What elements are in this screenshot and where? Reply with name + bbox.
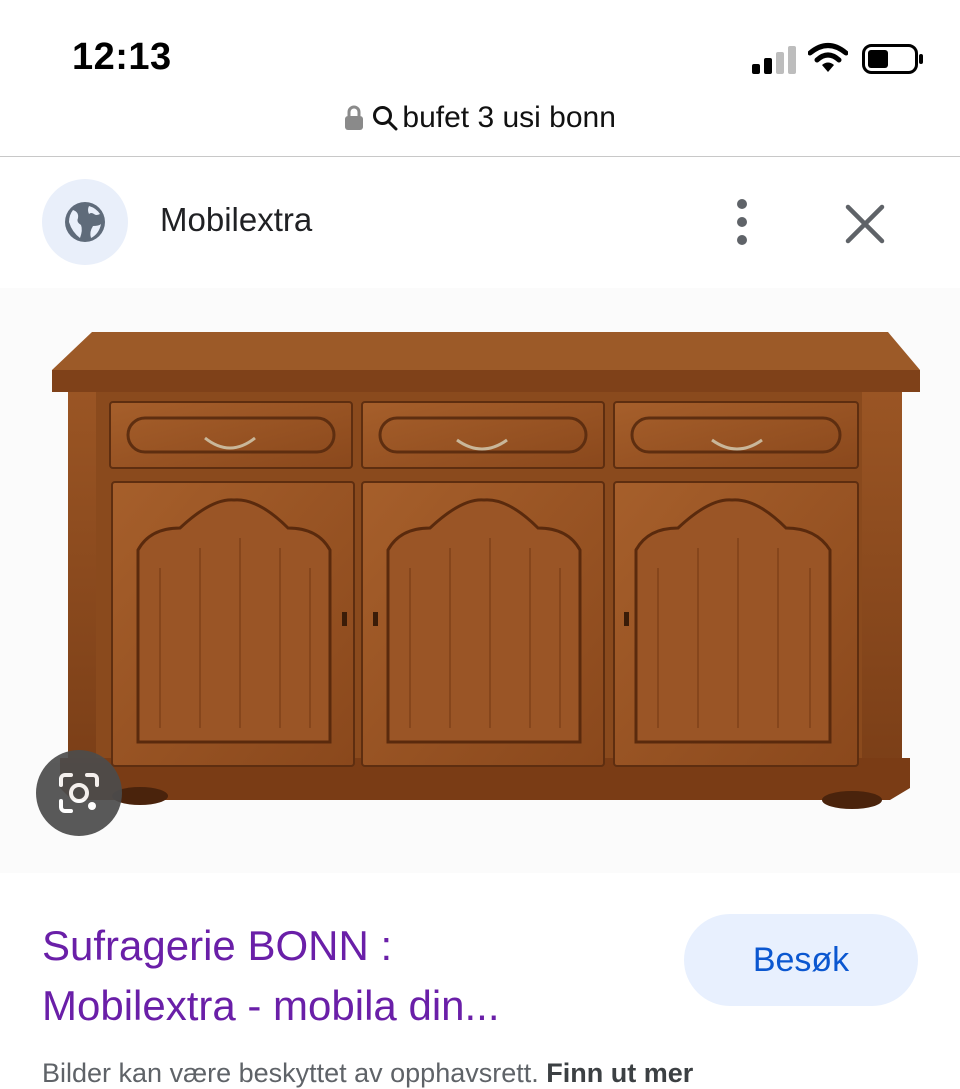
result-title-link[interactable]: Sufragerie BONN : Mobilextra - mobila di… (42, 916, 642, 1036)
copyright-text: Bilder kan være beskyttet av opphavsrett… (42, 1058, 539, 1088)
battery-icon (862, 44, 923, 74)
more-vert-icon[interactable] (722, 197, 762, 247)
site-favicon (42, 179, 128, 265)
google-lens-icon (59, 773, 99, 813)
status-bar: 12:13 (0, 0, 960, 92)
copyright-notice: Bilder kan være beskyttet av opphavsrett… (42, 1058, 693, 1089)
lens-button[interactable] (36, 750, 122, 836)
search-query: bufet 3 usi bonn (402, 101, 616, 135)
learn-more-link[interactable]: Finn ut mer (546, 1058, 693, 1088)
visit-button[interactable]: Besøk (684, 914, 918, 1006)
clock: 12:13 (72, 36, 172, 78)
site-name[interactable]: Mobilextra (160, 201, 312, 239)
globe-icon (65, 202, 105, 242)
wifi-icon (808, 43, 848, 72)
cellular-signal-icon (752, 46, 796, 74)
search-icon (373, 106, 398, 131)
result-title-line-2: Mobilextra - mobila din... (42, 982, 500, 1029)
address-bar[interactable]: bufet 3 usi bonn (0, 92, 960, 157)
source-header: Mobilextra (0, 157, 960, 287)
result-title-line-1: Sufragerie BONN : (42, 922, 393, 969)
close-icon[interactable] (838, 197, 892, 251)
lock-icon (345, 105, 364, 131)
result-image[interactable] (0, 288, 960, 873)
sideboard-image (52, 332, 920, 809)
